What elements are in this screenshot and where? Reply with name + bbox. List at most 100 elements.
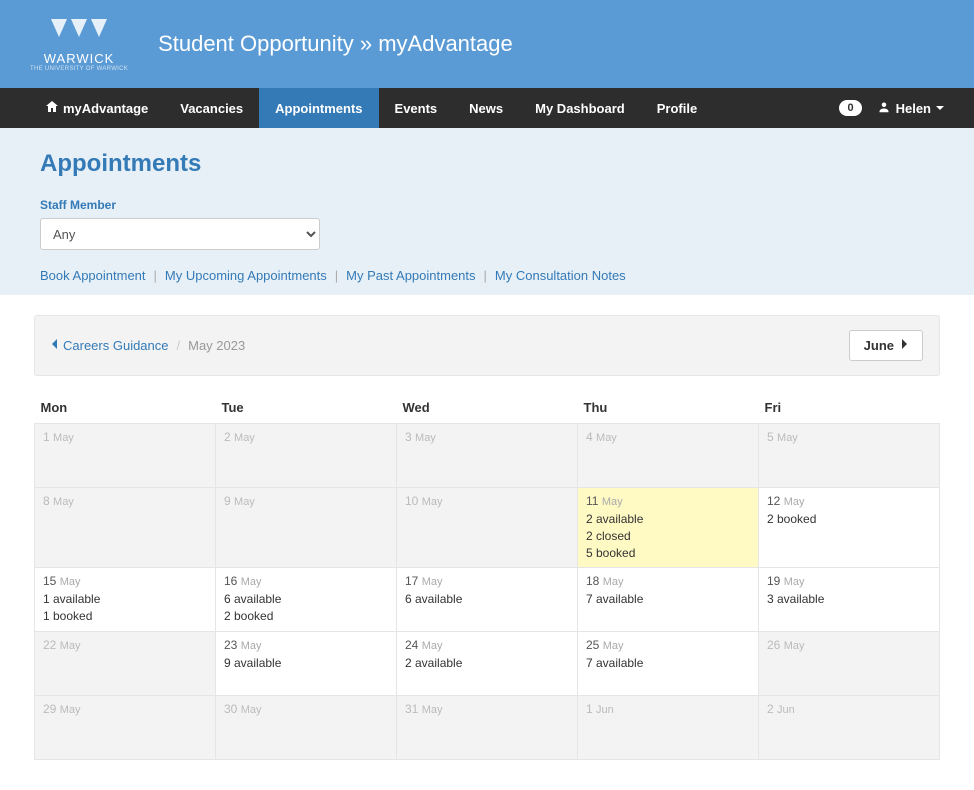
calendar-cell[interactable]: 19 May 3 available [759,568,940,632]
day-status-line: 1 available [43,591,207,608]
calendar-cell[interactable]: 17 May 6 available [397,568,578,632]
calendar-cell[interactable]: 24 May 2 available [397,632,578,696]
caret-down-icon [936,106,944,110]
day-label: 9 May [224,494,388,508]
breadcrumb-panel: Careers Guidance / May 2023 June [34,315,940,376]
day-label: 22 May [43,638,207,652]
day-status-line: 5 booked [586,545,750,562]
calendar-cell[interactable]: 16 May 6 available2 booked [216,568,397,632]
calendar-cell: 9 May [216,488,397,568]
day-status: 6 available [405,591,569,608]
nav-item-label: Profile [657,101,697,116]
nav-item-my-dashboard[interactable]: My Dashboard [519,88,641,128]
day-label: 23 May [224,638,388,652]
day-label: 15 May [43,574,207,588]
day-label: 5 May [767,430,931,444]
day-label: 24 May [405,638,569,652]
day-status-line: 2 closed [586,528,750,545]
calendar-cell: 29 May [35,696,216,760]
next-month-label: June [864,338,894,353]
calendar-cell[interactable]: 11 May 2 available2 closed5 booked [578,488,759,568]
day-label: 2 May [224,430,388,444]
day-status-line: 2 available [405,655,569,672]
link-separator: | [154,268,157,283]
top-bar: WARWICK THE UNIVERSITY OF WARWICK Studen… [0,0,974,88]
day-status: 7 available [586,655,750,672]
content-area: Careers Guidance / May 2023 June MonTueW… [0,295,974,790]
logo-text: WARWICK [44,51,115,66]
day-label: 29 May [43,702,207,716]
nav-item-vacancies[interactable]: Vacancies [164,88,259,128]
day-status-line: 3 available [767,591,931,608]
nav-item-label: My Dashboard [535,101,625,116]
day-label: 18 May [586,574,750,588]
day-status-line: 9 available [224,655,388,672]
nav-item-label: Vacancies [180,101,243,116]
nav-item-label: Events [395,101,438,116]
breadcrumb-separator: / [177,338,181,353]
chevron-right-icon [900,339,908,352]
nav-item-myadvantage[interactable]: myAdvantage [30,88,164,128]
day-status: 2 available [405,655,569,672]
calendar-header-fri: Fri [759,392,940,424]
quick-link-book-appointment[interactable]: Book Appointment [40,268,146,283]
calendar-cell: 26 May [759,632,940,696]
day-status-line: 2 available [586,511,750,528]
day-label: 3 May [405,430,569,444]
calendar-cell: 30 May [216,696,397,760]
staff-member-label: Staff Member [40,198,934,212]
day-label: 12 May [767,494,931,508]
calendar-header-thu: Thu [578,392,759,424]
day-label: 2 Jun [767,702,931,716]
day-label: 4 May [586,430,750,444]
calendar-cell: 4 May [578,424,759,488]
day-status-line: 6 available [224,591,388,608]
calendar-cell[interactable]: 15 May 1 available1 booked [35,568,216,632]
calendar-cell[interactable]: 18 May 7 available [578,568,759,632]
day-status-line: 7 available [586,591,750,608]
user-menu[interactable]: Helen [878,101,944,116]
calendar-cell: 2 May [216,424,397,488]
calendar-cell: 31 May [397,696,578,760]
day-status-line: 6 available [405,591,569,608]
logo-subtext: THE UNIVERSITY OF WARWICK [30,66,128,72]
day-status: 3 available [767,591,931,608]
quick-link-my-consultation-notes[interactable]: My Consultation Notes [495,268,626,283]
calendar-header-mon: Mon [35,392,216,424]
day-label: 26 May [767,638,931,652]
page-heading: Appointments [40,150,934,178]
nav-item-news[interactable]: News [453,88,519,128]
day-label: 16 May [224,574,388,588]
day-status: 6 available2 booked [224,591,388,625]
calendar-cell[interactable]: 12 May2 booked [759,488,940,568]
calendar-cell: 3 May [397,424,578,488]
day-label: 17 May [405,574,569,588]
calendar-cell: 5 May [759,424,940,488]
calendar-header-wed: Wed [397,392,578,424]
calendar-header-tue: Tue [216,392,397,424]
day-label: 11 May [586,494,750,508]
calendar-cell[interactable]: 25 May7 available [578,632,759,696]
main-nav: myAdvantage Vacancies Appointments Events Ne… [0,88,974,128]
warwick-logo[interactable]: WARWICK THE UNIVERSITY OF WARWICK [30,17,128,72]
link-separator: | [335,268,338,283]
quick-link-my-past-appointments[interactable]: My Past Appointments [346,268,475,283]
staff-member-select[interactable]: Any [40,218,320,250]
calendar-cell: 22 May [35,632,216,696]
nav-item-events[interactable]: Events [379,88,454,128]
breadcrumb-current: May 2023 [188,338,245,353]
day-status: 1 available1 booked [43,591,207,625]
breadcrumb-back[interactable]: Careers Guidance [51,338,169,353]
day-status: 7 available [586,591,750,608]
nav-item-appointments[interactable]: Appointments [259,88,378,128]
day-label: 31 May [405,702,569,716]
quick-link-my-upcoming-appointments[interactable]: My Upcoming Appointments [165,268,327,283]
notification-badge[interactable]: 0 [839,100,861,116]
calendar-cell: 1 May [35,424,216,488]
calendar-cell[interactable]: 23 May 9 available [216,632,397,696]
day-status: 2 available2 closed5 booked [586,511,750,561]
next-month-button[interactable]: June [849,330,923,361]
day-label: 19 May [767,574,931,588]
nav-item-profile[interactable]: Profile [641,88,713,128]
quick-links: Book Appointment | My Upcoming Appointment… [40,268,934,295]
